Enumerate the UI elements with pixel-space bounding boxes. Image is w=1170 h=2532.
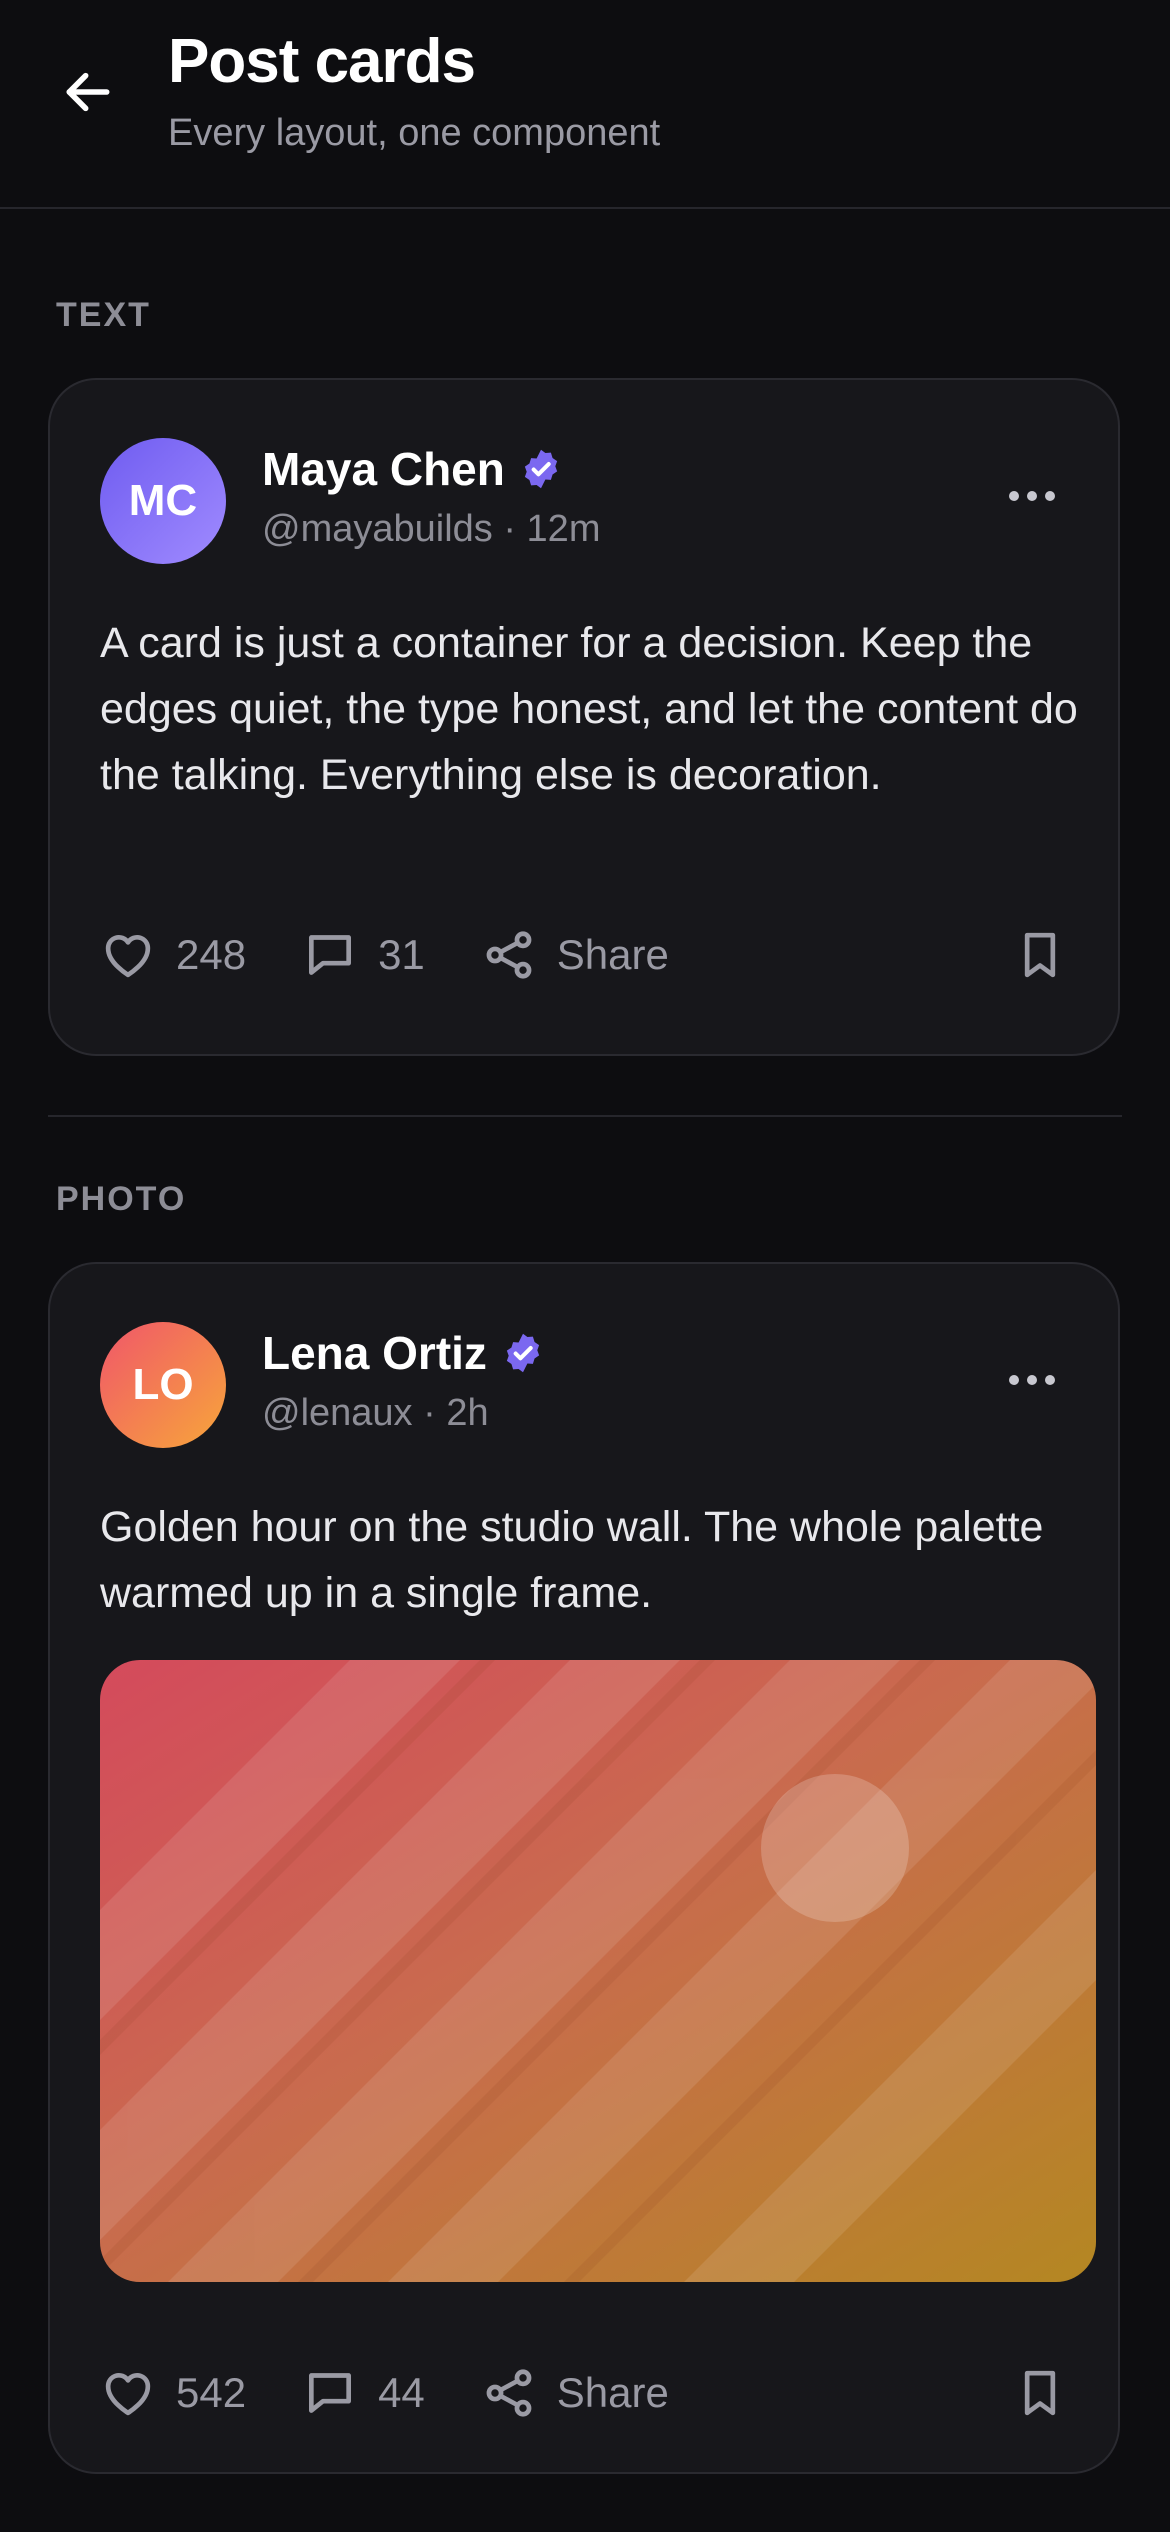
arrow-left-icon (66, 72, 110, 112)
share-label: Share (556, 2369, 669, 2416)
author-name[interactable]: Lena Ortiz (262, 1326, 487, 1380)
comment-icon (309, 2373, 352, 2413)
verified-badge-icon (524, 449, 557, 489)
share-button[interactable]: Share (481, 2365, 669, 2421)
page-subtitle: Every layout, one component (168, 112, 661, 154)
post-text: A card is just a container for a decisio… (100, 619, 1078, 799)
share-button[interactable]: Share (481, 927, 669, 983)
heart-icon (105, 2373, 151, 2416)
post-actions: 248 31 Share (100, 920, 1068, 990)
author-name[interactable]: Maya Chen (262, 442, 505, 496)
more-options-button[interactable] (1000, 464, 1064, 528)
avatar[interactable]: MC (100, 438, 226, 564)
post-actions: 542 44 Share (100, 2358, 1068, 2428)
more-horizontal-icon (1009, 491, 1055, 501)
post-photo[interactable] (100, 1660, 1096, 2282)
comment-button[interactable]: 44 (302, 2365, 425, 2421)
bookmark-icon (1024, 2370, 1056, 2416)
like-count: 248 (176, 931, 247, 978)
bookmark-button[interactable] (1012, 927, 1068, 983)
photo-illustration (100, 1660, 1096, 2282)
share-label: Share (556, 931, 669, 978)
post-text: Golden hour on the studio wall. The whol… (100, 1503, 1044, 1617)
author-row: Lena Ortiz (262, 1326, 545, 1380)
post-card-text[interactable]: MC Maya Chen @mayabuilds · 12m A card is… (48, 378, 1120, 1056)
author-meta: @lenaux · 2h (262, 1392, 489, 1434)
back-button[interactable] (56, 60, 120, 124)
like-button[interactable]: 542 (100, 2365, 246, 2421)
share-icon (486, 931, 532, 979)
verified-badge-icon (506, 1333, 540, 1373)
share-icon (486, 2369, 532, 2417)
author-row: Maya Chen (262, 442, 563, 496)
like-count: 542 (176, 2369, 247, 2416)
comment-count: 31 (378, 931, 425, 978)
comment-count: 44 (378, 2369, 425, 2416)
section-label-photo: PHOTO (56, 1180, 187, 1218)
section-label-text: TEXT (56, 296, 151, 334)
more-horizontal-icon (1009, 1375, 1055, 1385)
page-title: Post cards (168, 27, 476, 96)
more-options-button[interactable] (1000, 1348, 1064, 1412)
section-divider (48, 1115, 1122, 1117)
author-meta: @mayabuilds · 12m (262, 508, 601, 550)
avatar[interactable]: LO (100, 1322, 226, 1448)
comment-icon (309, 935, 352, 975)
app-header: Post cards Every layout, one component (0, 0, 1170, 209)
bookmark-icon (1024, 932, 1056, 978)
comment-button[interactable]: 31 (302, 927, 425, 983)
bookmark-button[interactable] (1012, 2365, 1068, 2421)
heart-icon (105, 935, 151, 978)
post-card-photo[interactable]: LO Lena Ortiz @lenaux · 2h Golden hour o… (48, 1262, 1120, 2474)
like-button[interactable]: 248 (100, 927, 246, 983)
